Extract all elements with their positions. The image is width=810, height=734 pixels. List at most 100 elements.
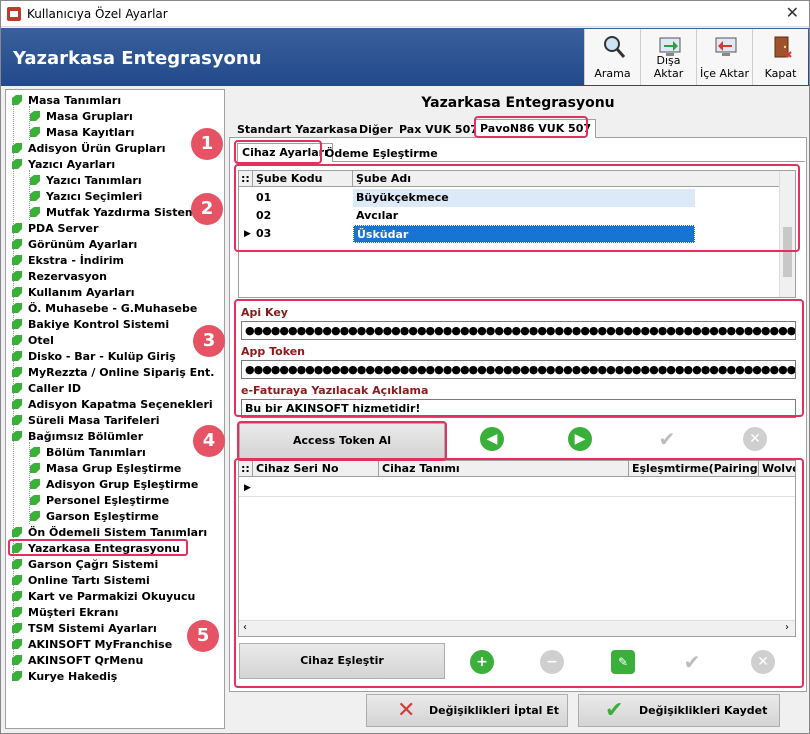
tree-item-label: PDA Server: [28, 222, 99, 235]
tree-item-label: Kart ve Parmakizi Okuyucu: [28, 590, 196, 603]
tree-item[interactable]: AKINSOFT QrMenu: [12, 653, 143, 669]
tab-standart-yazarkasa[interactable]: Standart Yazarkasa: [233, 121, 362, 138]
tab-pax-vuk-507[interactable]: Pax VUK 507: [395, 121, 482, 138]
tree-item[interactable]: Masa Tanımları: [12, 93, 121, 109]
tree-item[interactable]: TSM Sistemi Ayarları: [12, 621, 157, 637]
leaf-icon: [30, 191, 40, 201]
tree-item-label: MyRezzta / Online Sipariş Ent.: [28, 366, 215, 379]
subtab-odeme-eslestirme[interactable]: Ödeme Eşleştirme: [321, 145, 442, 162]
callout-badge: 4: [193, 425, 225, 457]
tree-item-label: Mutfak Yazdırma Sistemi: [46, 206, 201, 219]
tree-item-label: Bağımsız Bölümler: [28, 430, 144, 443]
leaf-icon: [30, 463, 40, 473]
callout-badge: 5: [187, 620, 219, 652]
tree-item-label: AKINSOFT MyFranchise: [28, 638, 173, 651]
tree-item-label: Adisyon Ürün Grupları: [28, 142, 166, 155]
leaf-icon: [12, 303, 22, 313]
tree-item-label: Adisyon Grup Eşleştirme: [46, 478, 199, 491]
leaf-icon: [12, 639, 22, 649]
leaf-icon: [30, 495, 40, 505]
page-title: Yazarkasa Entegrasyonu: [421, 95, 615, 111]
highlight-branch-grid: [234, 164, 800, 252]
check-icon[interactable]: ✔: [655, 427, 679, 451]
tree-item[interactable]: Kart ve Parmakizi Okuyucu: [12, 589, 195, 605]
tree-item[interactable]: Bağımsız Bölümler: [12, 429, 143, 445]
tree-item-label: Yazıcı Tanımları: [46, 174, 142, 187]
tree-item-label: Garson Eşleştirme: [46, 510, 159, 523]
tree-item-label: Masa Grupları: [46, 110, 133, 123]
tree-item-label: Adisyon Kapatma Seçenekleri: [28, 398, 213, 411]
close-icon[interactable]: ✕: [786, 3, 799, 22]
leaf-icon: [12, 415, 22, 425]
app-icon: [7, 7, 21, 21]
tree-item[interactable]: Kullanım Ayarları: [12, 285, 135, 301]
tree-item[interactable]: Otel: [12, 333, 54, 349]
tree-item-label: Masa Kayıtları: [46, 126, 135, 139]
tree-item[interactable]: Ö. Muhasebe - G.Muhasebe: [12, 301, 197, 317]
tree-item[interactable]: Mutfak Yazdırma Sistemi: [30, 205, 200, 221]
tree-item[interactable]: Adisyon Ürün Grupları: [12, 141, 166, 157]
leaf-icon: [12, 559, 22, 569]
tree-item[interactable]: Yazıcı Tanımları: [30, 173, 142, 189]
leaf-icon: [12, 159, 22, 169]
forward-arrow-icon[interactable]: ▶: [568, 427, 592, 451]
back-arrow-icon[interactable]: ◀: [480, 427, 504, 451]
leaf-icon: [12, 607, 22, 617]
tree-item-label: Masa Tanımları: [28, 94, 122, 107]
import-button[interactable]: İçe Aktar: [696, 29, 752, 85]
tree-item[interactable]: Yazıcı Seçimleri: [30, 189, 142, 205]
header-title: Yazarkasa Entegrasyonu: [13, 48, 262, 69]
tree-item[interactable]: Rezervasyon: [12, 269, 107, 285]
tree-item-label: AKINSOFT QrMenu: [28, 654, 144, 667]
search-label: Arama: [594, 67, 631, 80]
leaf-icon: [12, 287, 22, 297]
cancel-changes-button[interactable]: ✕ Değişiklikleri İptal Et: [366, 694, 568, 727]
close-button[interactable]: Kapat: [752, 29, 808, 85]
leaf-icon: [12, 335, 22, 345]
tree-item[interactable]: Adisyon Grup Eşleştirme: [30, 477, 198, 493]
leaf-icon: [12, 623, 22, 633]
tree-item[interactable]: Yazıcı Ayarları: [12, 157, 115, 173]
tree-item[interactable]: Ekstra - İndirim: [12, 253, 124, 269]
green-check-icon: ✔: [605, 698, 624, 723]
search-button[interactable]: Arama: [584, 29, 640, 85]
cancel-changes-label: Değişiklikleri İptal Et: [429, 704, 560, 717]
tree-item[interactable]: MyRezzta / Online Sipariş Ent.: [12, 365, 214, 381]
tree-item[interactable]: Süreli Masa Tarifeleri: [12, 413, 160, 429]
exit-door-icon: [774, 36, 792, 58]
tree-item[interactable]: Garson Eşleştirme: [30, 509, 159, 525]
tree-item[interactable]: Online Tartı Sistemi: [12, 573, 150, 589]
save-changes-button[interactable]: ✔ Değişiklikleri Kaydet: [578, 694, 780, 727]
close-label: Kapat: [764, 67, 797, 80]
tree-item[interactable]: Bakiye Kontrol Sistemi: [12, 317, 169, 333]
leaf-icon: [12, 255, 22, 265]
tree-item-label: Görünüm Ayarları: [28, 238, 138, 251]
tree-item[interactable]: Disko - Bar - Kulüp Giriş: [12, 349, 176, 365]
tab-diger[interactable]: Diğer: [355, 121, 397, 138]
tree-item-label: Kullanım Ayarları: [28, 286, 135, 299]
tree-item[interactable]: Görünüm Ayarları: [12, 237, 137, 253]
leaf-icon: [12, 575, 22, 585]
tree-item[interactable]: Caller ID: [12, 381, 81, 397]
leaf-icon: [12, 239, 22, 249]
tree-item[interactable]: Masa Grup Eşleştirme: [30, 461, 181, 477]
tree-item-label: Yazıcı Ayarları: [28, 158, 116, 171]
tree-item[interactable]: Masa Grupları: [30, 109, 133, 125]
tree-item[interactable]: Garson Çağrı Sistemi: [12, 557, 158, 573]
tree-item[interactable]: Adisyon Kapatma Seçenekleri: [12, 397, 213, 413]
tree-item-label: Bakiye Kontrol Sistemi: [28, 318, 170, 331]
leaf-icon: [12, 671, 22, 681]
cancel-x-icon[interactable]: ✕: [743, 427, 767, 451]
tree-item[interactable]: Kurye Hakediş: [12, 669, 117, 685]
tree-item[interactable]: Personel Eşleştirme: [30, 493, 169, 509]
tree-item[interactable]: PDA Server: [12, 221, 98, 237]
tree-item[interactable]: Masa Kayıtları: [30, 125, 134, 141]
tree-item-label: Kurye Hakediş: [28, 670, 118, 683]
tree-item[interactable]: Müşteri Ekranı: [12, 605, 118, 621]
export-button[interactable]: Dışa Aktar: [640, 29, 696, 85]
tree-item-label: Ö. Muhasebe - G.Muhasebe: [28, 302, 198, 315]
tree-item-label: Masa Grup Eşleştirme: [46, 462, 182, 475]
tree-item[interactable]: AKINSOFT MyFranchise: [12, 637, 172, 653]
selection-highlight: [8, 539, 188, 556]
tree-item[interactable]: Bölüm Tanımları: [30, 445, 146, 461]
